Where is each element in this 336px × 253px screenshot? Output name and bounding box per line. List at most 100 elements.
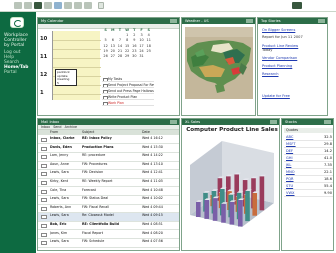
day-view[interactable]: paddock update meeting 5	[52, 31, 101, 100]
pane-controls[interactable]	[246, 19, 253, 23]
mail-pane: Mail Inbox Inbox Send Archive From Subje…	[37, 118, 180, 251]
refresh-button[interactable]	[44, 2, 52, 9]
mail-row[interactable]: Inbox, Clarke RE: Inbox Policy Wed 4 16:12	[38, 136, 179, 145]
hour-label: 11	[40, 54, 48, 60]
mail-row[interactable]: Jones, Kim Fiscal Report Wed 4 08:20	[38, 231, 179, 239]
mail-row[interactable]: Lewis, Sara FW: Status Deal Wed 4 10:02	[38, 196, 179, 205]
pane-controls[interactable]	[170, 19, 177, 23]
task-item[interactable]: Work Plan	[102, 100, 154, 106]
sidebar-link-portal[interactable]: Portal	[4, 70, 17, 75]
stock-symbol[interactable]: MNO	[286, 169, 295, 176]
menu-inbox[interactable]: Inbox	[41, 125, 50, 129]
news-item[interactable]: Research	[262, 72, 278, 76]
stock-symbol[interactable]: MSFT	[286, 141, 296, 148]
mail-from: Bob, Eric	[50, 222, 67, 226]
mail-from: Lewis, Sara	[50, 196, 69, 201]
hour-divider	[53, 94, 101, 95]
mail-from: Kirby, Kent	[50, 179, 68, 183]
calendar-day[interactable]: 30	[131, 54, 138, 59]
hour-label: 1	[40, 90, 44, 96]
appointment-block[interactable]: paddock update meeting 5	[55, 69, 77, 86]
stock-symbol[interactable]: DEF	[286, 148, 293, 155]
calendar-week: 26 27 28 29 30 31	[102, 54, 153, 59]
stock-row[interactable]: STU 55.4	[284, 183, 333, 190]
pane-title: Weather - US	[182, 18, 255, 24]
hour-label: 12	[40, 72, 48, 78]
stock-row[interactable]: MSFT 29.8	[284, 141, 333, 148]
layout-button[interactable]	[54, 2, 62, 9]
pane-controls[interactable]	[270, 120, 277, 124]
stock-row[interactable]: VWX 9.90	[284, 190, 333, 197]
col-from[interactable]: From	[50, 130, 58, 135]
col-subject[interactable]: Subject	[82, 130, 94, 135]
window-button[interactable]	[64, 2, 72, 9]
calendar-day[interactable]: 27	[109, 54, 116, 59]
stock-symbol[interactable]: GHI	[286, 155, 293, 162]
update-link[interactable]: Update for Free	[262, 94, 290, 98]
stock-symbol[interactable]: STU	[286, 183, 293, 190]
stock-row[interactable]: GHI 41.0	[284, 155, 333, 162]
stock-symbol[interactable]: VWX	[286, 190, 294, 197]
mail-row[interactable]: Kirby, Kent RE: Weekly Report Wed 4 11:05	[38, 179, 179, 188]
pane-controls[interactable]	[324, 120, 331, 124]
mail-row[interactable]: Davis, Eden Production Plans Wed 4 15:30	[38, 145, 179, 153]
news-meta: Today	[262, 48, 273, 53]
chart-bar	[212, 198, 218, 221]
user-badge[interactable]	[292, 2, 302, 9]
mail-row[interactable]: Bob, Eric RE: Clientfolio Build Wed 4 08:5…	[38, 222, 179, 231]
col-date[interactable]: Date	[142, 130, 150, 135]
news-item[interactable]: Product Line Review Today	[262, 44, 298, 53]
stock-row[interactable]: DEF 14.2	[284, 148, 333, 155]
menu-send[interactable]: Send	[53, 125, 61, 129]
mail-from: Lewis, Sara	[50, 213, 69, 218]
stock-row[interactable]: ABC 32.5	[284, 134, 333, 141]
news-item[interactable]: Vendor Comparison	[262, 56, 297, 60]
mail-row[interactable]: Roberts, Ann FW: Fiscal Recall Wed 4 09:44	[38, 205, 179, 214]
mail-row[interactable]: Lewis, Sara FW: Schedule Wed 4 07:56	[38, 239, 179, 248]
stock-symbol[interactable]: JKL	[286, 162, 291, 169]
mail-row[interactable]: Lam, Jenny RE: procedure Wed 4 14:22	[38, 153, 179, 162]
weather-map[interactable]	[185, 27, 253, 99]
news-headline[interactable]: On Bigger Screens	[262, 28, 295, 32]
stock-value: 29.8	[323, 142, 332, 146]
headline-link[interactable]: On Bigger Screens	[262, 28, 295, 32]
mail-subject: Fiscal Report	[82, 230, 104, 235]
mail-row[interactable]: Aoun, Anne FW: Procedures Wed 4 13:10	[38, 162, 179, 171]
forward-button[interactable]	[24, 2, 32, 9]
news-link[interactable]: Product Planning	[262, 64, 292, 68]
stock-row[interactable]: PQR 18.6	[284, 176, 333, 183]
stock-symbol[interactable]: PQR	[286, 176, 294, 183]
home-button[interactable]	[34, 2, 42, 9]
mail-from: Davis, Eden	[50, 144, 72, 149]
stock-row[interactable]: MNO 22.1	[284, 169, 333, 176]
mail-from: Inbox, Clarke	[50, 136, 75, 140]
news-link[interactable]: Vendor Comparison	[262, 56, 297, 60]
stock-symbol[interactable]: ABC	[286, 134, 293, 141]
mail-subject: FW: Schedule	[82, 239, 105, 244]
calendar-title: My Calendar	[41, 19, 64, 23]
calendar-day[interactable]: 26	[102, 54, 109, 59]
news-item[interactable]: Product Planning	[262, 64, 292, 68]
back-button[interactable]	[14, 2, 22, 9]
pane-controls[interactable]	[318, 19, 325, 23]
mail-date: Wed 4 10:02	[142, 196, 163, 201]
envelope-icon	[41, 232, 47, 237]
stock-row[interactable]: JKL 7.35	[284, 162, 333, 169]
news-link[interactable]: Research	[262, 72, 278, 76]
pane-title: XL Sales	[182, 119, 279, 125]
mail-from: Lewis, Sara	[50, 170, 69, 175]
mail-from: Lam, Jenny	[50, 153, 69, 158]
calendar-day[interactable]: 29	[124, 54, 131, 59]
news-footer[interactable]: Update for Free	[262, 94, 290, 98]
mail-row[interactable]: Cole, Tina Forecast Wed 4 10:48	[38, 188, 179, 196]
menu-archive[interactable]: Archive	[65, 125, 77, 129]
envelope-icon	[41, 146, 47, 151]
print-button[interactable]	[84, 2, 92, 9]
settings-button[interactable]	[98, 2, 104, 9]
search-button[interactable]	[74, 2, 82, 9]
mail-row[interactable]: Lewis, Sara FW: Decision Wed 4 12:41	[38, 170, 179, 179]
pane-controls[interactable]	[170, 120, 177, 124]
calendar-day[interactable]: 28	[116, 54, 123, 59]
mail-row[interactable]: Lewis, Sara Re: Closeout Model Wed 4 09:15	[38, 213, 179, 222]
calendar-day[interactable]: 31	[138, 54, 145, 59]
